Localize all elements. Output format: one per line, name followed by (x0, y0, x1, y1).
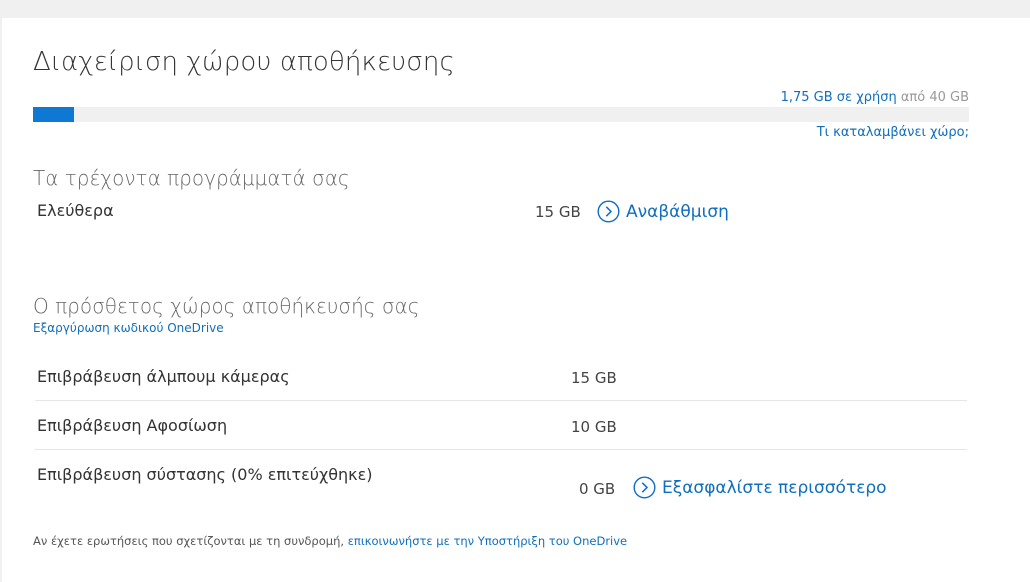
storage-panel: Διαχείριση χώρου αποθήκευσης 1,75 GB σε … (2, 18, 1030, 582)
bonus-row-size: 0 GB (579, 480, 616, 498)
current-plans-heading: Τα τρέχοντα προγράμματά σας (33, 166, 350, 190)
bonus-row-label: Επιβράβευση άλμπουμ κάμερας (37, 367, 290, 386)
whats-taking-space-link[interactable]: Τι καταλαμβάνει χώρο; (817, 125, 969, 140)
bonus-row-label: Επιβράβευση Αφοσίωση (37, 416, 228, 435)
bonus-row-label: Επιβράβευση σύστασης (0% επιτεύχθηκε) (37, 465, 373, 484)
contact-support-link[interactable]: επικοινωνήστε με την Υποστήριξη του OneD… (348, 534, 627, 548)
storage-usage-fill (33, 107, 75, 122)
upgrade-link-label: Αναβάθμιση (626, 201, 729, 222)
page-title: Διαχείριση χώρου αποθήκευσης (33, 47, 455, 77)
get-more-storage-link[interactable]: Εξασφαλίστε περισσότερο (633, 476, 887, 499)
footer-support: Αν έχετε ερωτήσεις που σχετίζονται με τη… (33, 534, 627, 548)
chevron-right-circle-icon (597, 200, 620, 223)
row-divider (35, 449, 967, 450)
chevron-right-circle-icon (633, 476, 656, 499)
redeem-code-link[interactable]: Εξαργύρωση κωδικού OneDrive (33, 321, 224, 335)
storage-usage-bar (33, 107, 969, 122)
usage-total-text: από 40 GB (900, 90, 969, 105)
bonus-storage-heading: Ο πρόσθετος χώρος αποθήκευσής σας (33, 294, 420, 318)
footer-text: Αν έχετε ερωτήσεις που σχετίζονται με τη… (33, 534, 345, 548)
usage-used-text: 1,75 GB σε χρήση (780, 90, 897, 105)
bonus-row-size: 10 GB (571, 418, 617, 436)
plan-size: 15 GB (535, 203, 581, 221)
usage-summary: 1,75 GB σε χρήση από 40 GB (781, 90, 969, 105)
upgrade-link[interactable]: Αναβάθμιση (597, 200, 729, 223)
row-divider (35, 400, 967, 401)
get-more-storage-label: Εξασφαλίστε περισσότερο (662, 477, 887, 498)
plan-name: Ελεύθερα (37, 201, 114, 220)
bonus-row-size: 15 GB (571, 369, 617, 387)
